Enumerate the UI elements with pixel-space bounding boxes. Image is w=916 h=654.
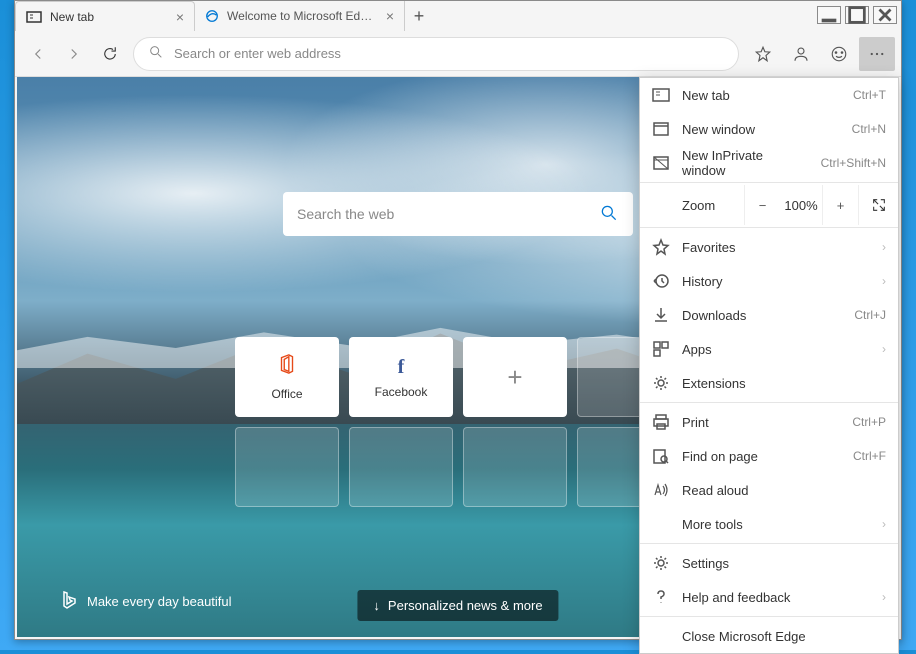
print-icon [652, 413, 670, 431]
chevron-right-icon: › [882, 590, 886, 604]
inprivate-icon [652, 154, 670, 172]
new-tab-button[interactable]: + [405, 2, 433, 30]
minimize-button[interactable] [817, 6, 841, 24]
plus-icon: + [507, 362, 522, 393]
tab-strip: New tab × Welcome to Microsoft Edge Can … [15, 1, 433, 31]
menu-more-tools[interactable]: More tools › [640, 507, 898, 541]
menu-new-window[interactable]: New window Ctrl+N [640, 112, 898, 146]
browser-window: New tab × Welcome to Microsoft Edge Can … [14, 0, 902, 640]
menu-new-inprivate[interactable]: New InPrivate window Ctrl+Shift+N [640, 146, 898, 180]
tagline-text: Make every day beautiful [87, 594, 232, 609]
news-label: Personalized news & more [388, 598, 543, 613]
extensions-icon [652, 374, 670, 392]
star-icon [652, 238, 670, 256]
overflow-menu: New tab Ctrl+T New window Ctrl+N New InP… [639, 77, 899, 654]
zoom-out-button[interactable]: − [744, 185, 780, 225]
search-icon [148, 44, 164, 63]
bing-icon [61, 590, 77, 613]
tile-placeholder [349, 427, 453, 507]
chevron-right-icon: › [882, 240, 886, 254]
toolbar: Search or enter web address [15, 31, 901, 77]
address-placeholder: Search or enter web address [174, 46, 341, 61]
window-icon [652, 120, 670, 138]
download-icon [652, 306, 670, 324]
back-button[interactable] [21, 37, 55, 71]
feedback-button[interactable] [821, 37, 857, 71]
menu-downloads[interactable]: Downloads Ctrl+J [640, 298, 898, 332]
close-tab-icon[interactable]: × [386, 8, 394, 24]
menu-close-edge[interactable]: Close Microsoft Edge [640, 619, 898, 653]
tile-facebook[interactable]: f Facebook [349, 337, 453, 417]
edge-favicon-icon [205, 8, 219, 24]
facebook-icon: f [398, 356, 405, 379]
tab-title: Welcome to Microsoft Edge Can [227, 9, 378, 23]
find-icon [652, 447, 670, 465]
gear-icon [652, 554, 670, 572]
menu-extensions[interactable]: Extensions [640, 366, 898, 400]
menu-print[interactable]: Print Ctrl+P [640, 405, 898, 439]
tab-active[interactable]: New tab × [15, 1, 195, 31]
tile-office[interactable]: Office [235, 337, 339, 417]
tile-placeholder [235, 427, 339, 507]
quick-links-grid: Office f Facebook + [235, 337, 681, 507]
zoom-value: 100% [780, 198, 822, 213]
fullscreen-button[interactable] [858, 185, 898, 225]
close-tab-icon[interactable]: × [176, 9, 184, 25]
newtab-icon [652, 86, 670, 104]
menu-history[interactable]: History › [640, 264, 898, 298]
tab-inactive[interactable]: Welcome to Microsoft Edge Can × [195, 1, 405, 31]
menu-help[interactable]: Help and feedback › [640, 580, 898, 614]
forward-button[interactable] [57, 37, 91, 71]
menu-settings[interactable]: Settings [640, 546, 898, 580]
bing-tagline[interactable]: Make every day beautiful [61, 590, 232, 613]
address-bar[interactable]: Search or enter web address [133, 37, 739, 71]
chevron-right-icon: › [882, 517, 886, 531]
office-icon [276, 353, 298, 381]
settings-menu-button[interactable] [859, 37, 895, 71]
tile-label: Office [271, 387, 302, 401]
favorite-button[interactable] [745, 37, 781, 71]
newtab-favicon-icon [26, 9, 42, 25]
profile-button[interactable] [783, 37, 819, 71]
menu-apps[interactable]: Apps › [640, 332, 898, 366]
menu-find[interactable]: Find on page Ctrl+F [640, 439, 898, 473]
menu-zoom: Zoom − 100% + [640, 185, 898, 225]
maximize-button[interactable] [845, 6, 869, 24]
tab-title: New tab [50, 10, 94, 24]
zoom-in-button[interactable]: + [822, 185, 858, 225]
chevron-right-icon: › [882, 342, 886, 356]
news-button[interactable]: ↓ Personalized news & more [357, 590, 558, 621]
chevron-right-icon: › [882, 274, 886, 288]
help-icon [652, 588, 670, 606]
tile-label: Facebook [375, 385, 428, 399]
web-search-placeholder: Search the web [297, 206, 394, 222]
read-aloud-icon [652, 481, 670, 499]
tile-placeholder [463, 427, 567, 507]
search-icon[interactable] [599, 203, 619, 226]
refresh-button[interactable] [93, 37, 127, 71]
menu-new-tab[interactable]: New tab Ctrl+T [640, 78, 898, 112]
menu-favorites[interactable]: Favorites › [640, 230, 898, 264]
history-icon [652, 272, 670, 290]
menu-read-aloud[interactable]: Read aloud [640, 473, 898, 507]
tile-add[interactable]: + [463, 337, 567, 417]
arrow-down-icon: ↓ [373, 598, 380, 613]
web-search-box[interactable]: Search the web [283, 192, 633, 236]
close-window-button[interactable] [873, 6, 897, 24]
apps-icon [652, 340, 670, 358]
